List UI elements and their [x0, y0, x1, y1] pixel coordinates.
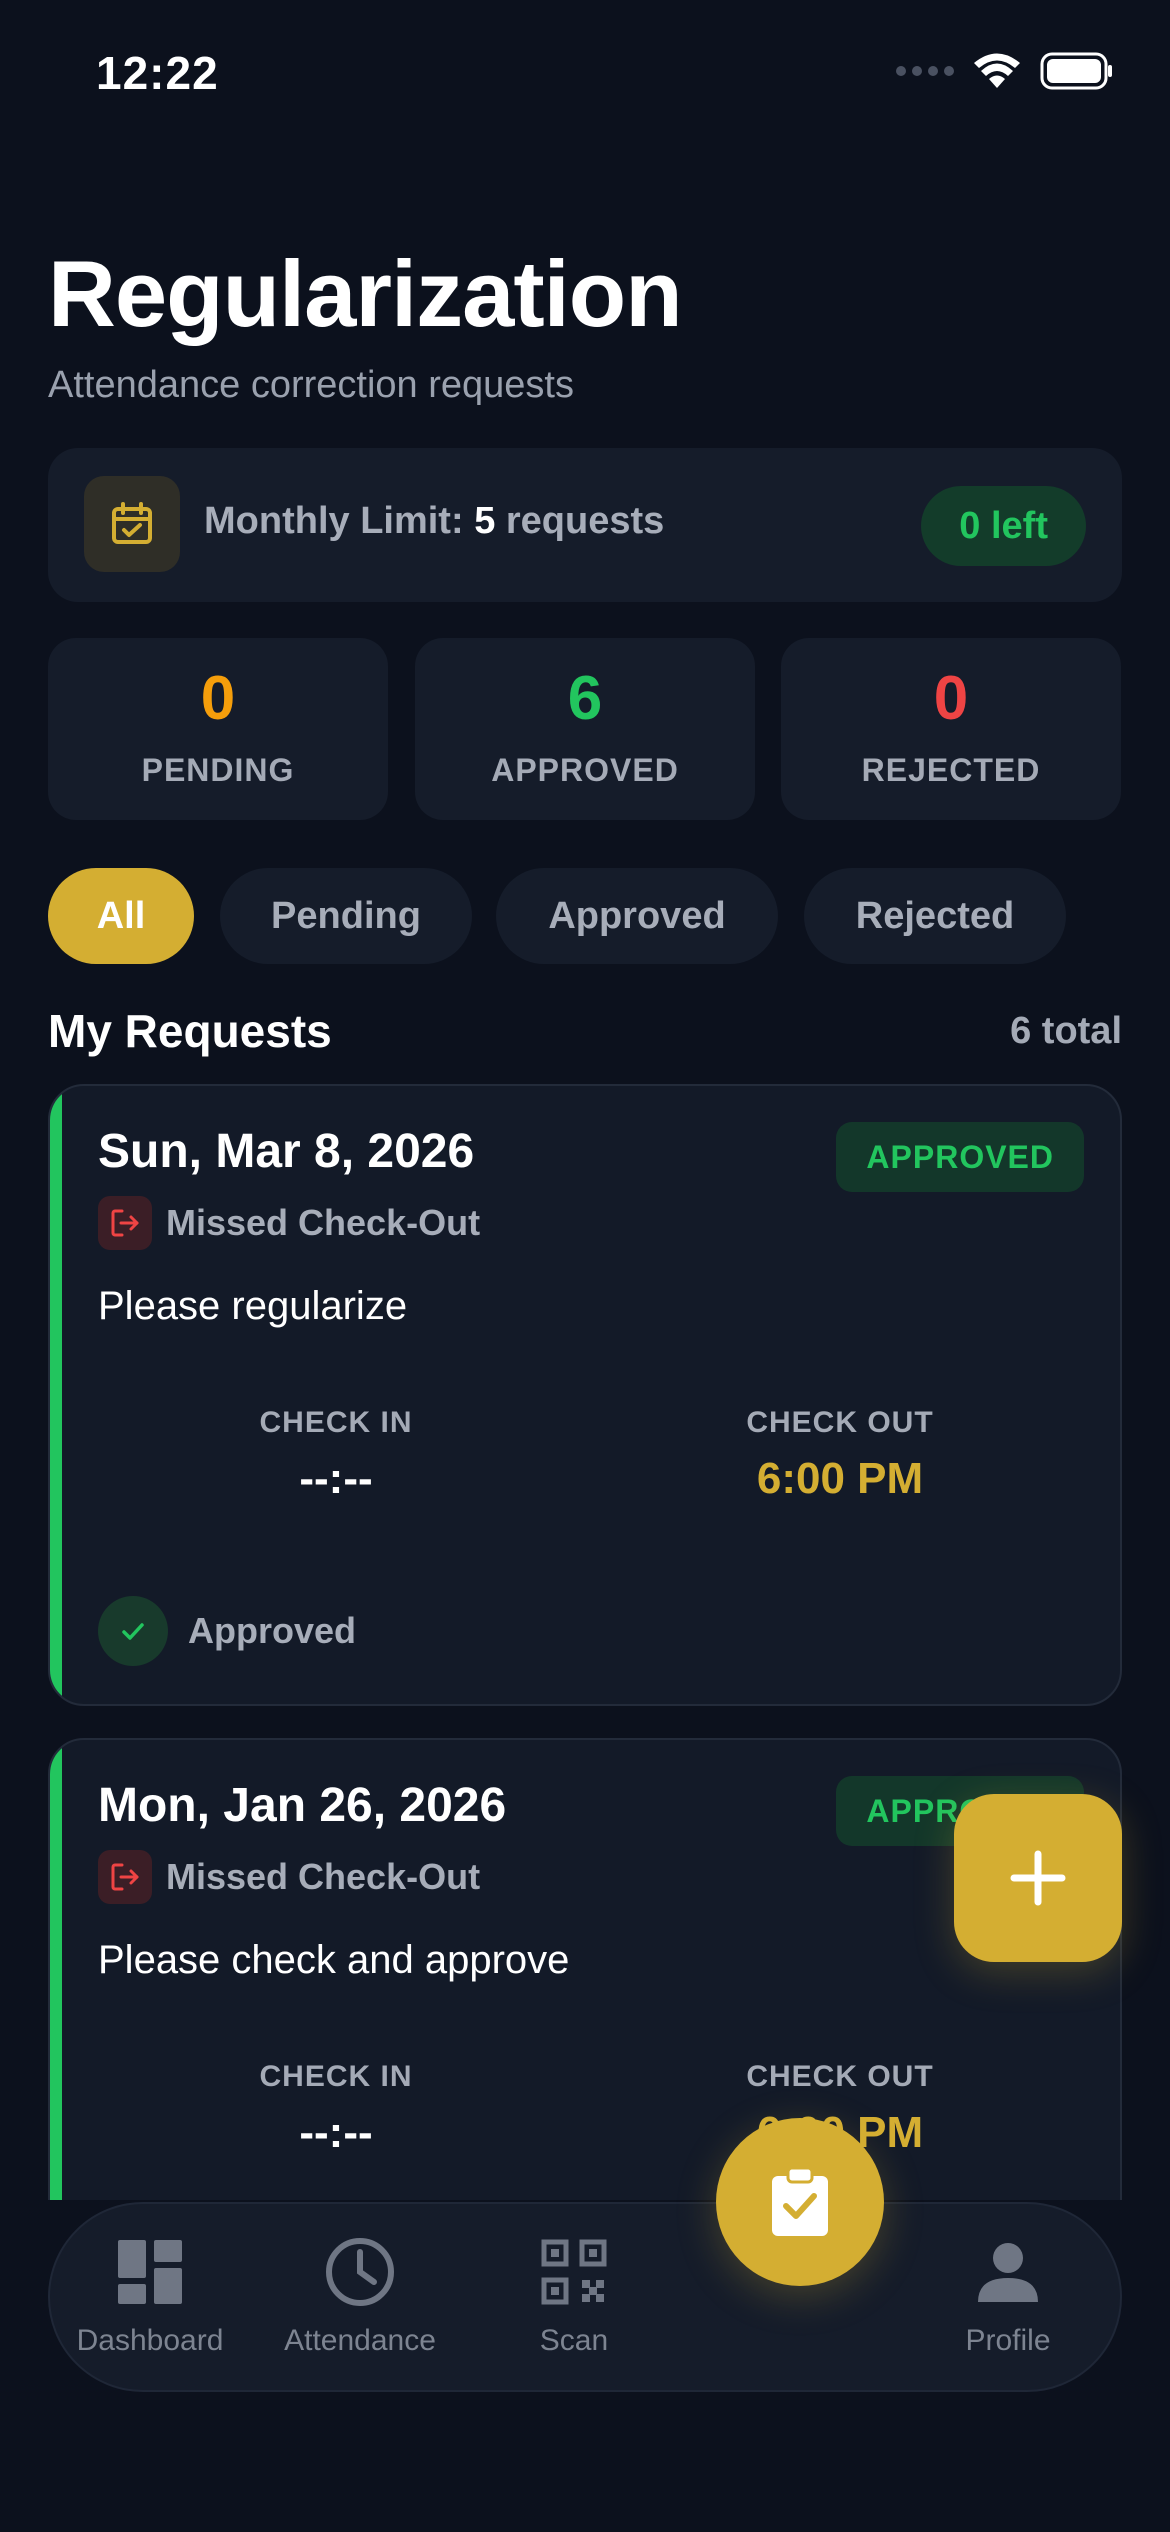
- check-out-value: 6:00 PM: [756, 1454, 924, 1503]
- nav-scan-label: Scan: [539, 2324, 609, 2357]
- check-in-value: --:--: [299, 1454, 373, 1503]
- stat-rejected-label: REJECTED: [861, 752, 1041, 788]
- nav-dashboard[interactable]: Dashboard: [50, 2224, 250, 2358]
- request-note: Please regularize: [98, 1284, 408, 1328]
- nav-profile[interactable]: Profile: [908, 2224, 1108, 2358]
- stat-pending: 0 PENDING: [48, 638, 388, 820]
- monthly-limit-count: 5: [474, 500, 496, 542]
- check-out-label: CHECK OUT: [746, 1406, 934, 1439]
- stat-approved-value: 6: [567, 664, 603, 733]
- request-type: Missed Check-Out: [98, 1850, 480, 1904]
- stat-rejected: 0 REJECTED: [781, 638, 1121, 820]
- request-card[interactable]: Sun, Mar 8, 2026 APPROVED Missed Check-O…: [48, 1084, 1122, 1706]
- check-in-block: CHECK IN --:--: [176, 1406, 496, 1504]
- battery-icon: [1040, 52, 1112, 90]
- person-icon: [978, 2243, 1038, 2302]
- qr-code-icon: [541, 2239, 607, 2305]
- bottom-navigation: Dashboard Attendance Scan Profile: [48, 2202, 1122, 2392]
- check-in-label: CHECK IN: [259, 2060, 413, 2093]
- calendar-check-icon: [84, 476, 180, 572]
- filter-tab-approved[interactable]: Approved: [496, 868, 778, 964]
- request-note: Please check and approve: [98, 1938, 570, 1982]
- nav-attendance[interactable]: Attendance: [260, 2224, 460, 2358]
- status-indicators: [896, 52, 1114, 90]
- filter-tab-pending[interactable]: Pending: [220, 868, 472, 964]
- logout-icon: [98, 1850, 152, 1904]
- page-title: Regularization: [48, 241, 683, 346]
- monthly-limit-text: Monthly Limit: 5 requests: [204, 500, 665, 542]
- nav-regularization-button[interactable]: [716, 2118, 884, 2286]
- monthly-limit-card: Monthly Limit: 5 requests 0 left: [48, 448, 1122, 602]
- check-in-label: CHECK IN: [259, 1406, 413, 1439]
- plus-icon: [1010, 1850, 1066, 1906]
- check-in-value: --:--: [299, 2108, 373, 2157]
- stat-approved: 6 APPROVED: [415, 638, 755, 820]
- approval-status-label: Approved: [188, 1610, 357, 1651]
- request-date: Mon, Jan 26, 2026: [98, 1779, 507, 1832]
- request-type-label: Missed Check-Out: [166, 1202, 481, 1243]
- stat-rejected-value: 0: [933, 664, 969, 733]
- clipboard-check-icon: [772, 2166, 828, 2236]
- check-in-block: CHECK IN --:--: [176, 2060, 496, 2158]
- nav-attendance-label: Attendance: [284, 2324, 436, 2357]
- status-time: 12:22: [96, 47, 219, 99]
- remaining-badge: 0 left: [921, 486, 1086, 566]
- signal-icon: [896, 66, 954, 76]
- add-request-button[interactable]: [954, 1794, 1122, 1962]
- status-accent-bar: [50, 1086, 62, 1704]
- nav-dashboard-label: Dashboard: [76, 2324, 224, 2357]
- stat-pending-label: PENDING: [141, 752, 295, 788]
- check-out-label: CHECK OUT: [746, 2060, 934, 2093]
- request-date: Sun, Mar 8, 2026: [98, 1125, 475, 1178]
- check-out-block: CHECK OUT 6:00 PM: [680, 1406, 1000, 1504]
- stat-pending-value: 0: [200, 664, 236, 733]
- filter-tab-all[interactable]: All: [48, 868, 194, 964]
- section-count: 6 total: [1010, 1010, 1122, 1052]
- nav-scan[interactable]: Scan: [474, 2224, 674, 2358]
- request-type: Missed Check-Out: [98, 1196, 480, 1250]
- stat-approved-label: APPROVED: [491, 752, 679, 788]
- check-icon: [98, 1596, 168, 1666]
- request-type-label: Missed Check-Out: [166, 1856, 481, 1897]
- filter-tab-rejected[interactable]: Rejected: [804, 868, 1066, 964]
- clock-icon: [326, 2238, 394, 2306]
- regularization-screen: 12:22 Regularization Attendance correcti…: [0, 0, 1170, 2532]
- wifi-icon: [974, 53, 1020, 88]
- nav-profile-label: Profile: [965, 2324, 1051, 2357]
- page-subtitle: Attendance correction requests: [48, 364, 574, 406]
- status-badge: APPROVED: [836, 1122, 1084, 1192]
- section-title: My Requests: [48, 1005, 332, 1057]
- dashboard-icon: [118, 2240, 182, 2304]
- approval-status: Approved: [98, 1596, 356, 1666]
- logout-icon: [98, 1196, 152, 1250]
